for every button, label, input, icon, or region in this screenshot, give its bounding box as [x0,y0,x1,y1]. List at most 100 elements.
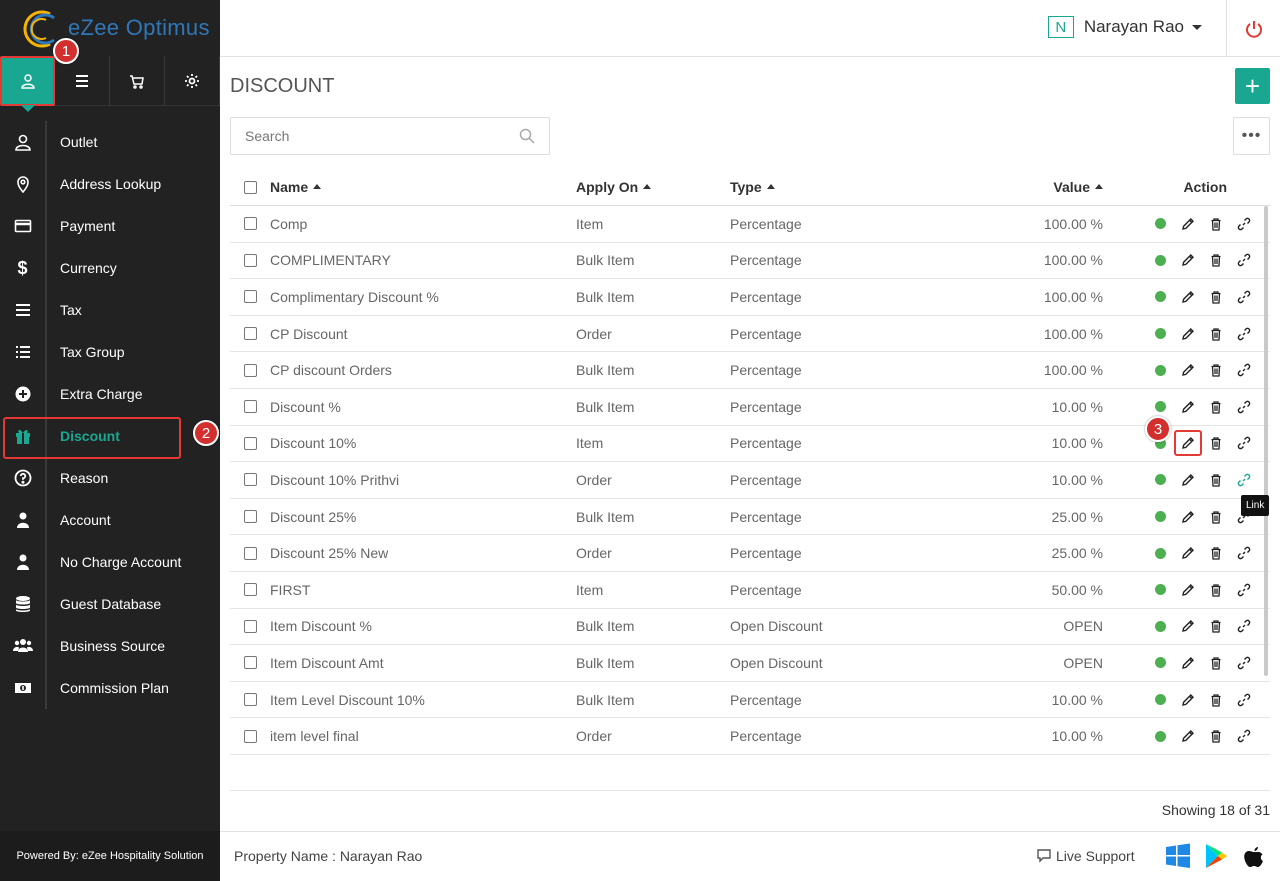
windows-icon[interactable] [1165,843,1191,869]
row-checkbox[interactable] [243,400,257,414]
table-row[interactable]: Item Discount % Bulk Item Open Discount … [230,609,1270,646]
status-toggle[interactable] [1146,511,1174,523]
link-button[interactable] [1230,729,1258,743]
sidebar-item-reason[interactable]: Reason [0,457,220,499]
header-name[interactable]: Name [270,179,576,195]
row-checkbox[interactable] [243,290,257,304]
row-checkbox[interactable] [243,583,257,597]
edit-button[interactable] [1174,253,1202,267]
delete-button[interactable] [1202,400,1230,414]
edit-button[interactable] [1174,546,1202,560]
search-input[interactable] [231,128,501,144]
delete-button[interactable] [1202,510,1230,524]
search-icon[interactable] [519,128,535,149]
sidebar-item-discount[interactable]: Discount [0,415,220,459]
status-toggle[interactable] [1146,620,1174,632]
status-toggle[interactable] [1146,547,1174,559]
status-toggle[interactable] [1146,694,1174,706]
link-button[interactable] [1230,473,1258,487]
user-menu[interactable]: N Narayan Rao [1047,16,1202,38]
table-row[interactable]: Discount % Bulk Item Percentage 10.00 % [230,389,1270,426]
google-play-icon[interactable] [1203,843,1229,869]
link-button[interactable] [1230,583,1258,597]
link-button[interactable] [1230,656,1258,670]
status-toggle[interactable] [1146,584,1174,596]
table-row[interactable]: Item Level Discount 10% Bulk Item Percen… [230,682,1270,719]
header-apply-on[interactable]: Apply On [576,179,730,195]
delete-button[interactable] [1202,363,1230,377]
row-checkbox[interactable] [243,363,257,377]
live-support-link[interactable]: Live Support [1036,848,1135,864]
table-row[interactable]: Complimentary Discount % Bulk Item Perce… [230,279,1270,316]
delete-button[interactable] [1202,729,1230,743]
delete-button[interactable] [1202,253,1230,268]
sidebar-item-extra-charge[interactable]: Extra Charge [0,373,220,415]
delete-button[interactable] [1202,290,1230,304]
more-options-button[interactable]: ••• [1233,117,1270,155]
delete-button[interactable] [1202,656,1230,670]
delete-button[interactable] [1202,546,1230,560]
row-checkbox[interactable] [243,656,257,670]
row-checkbox[interactable] [243,729,257,743]
edit-button[interactable] [1174,619,1202,633]
status-toggle[interactable] [1146,328,1174,340]
status-toggle[interactable] [1146,474,1174,486]
apple-icon[interactable] [1241,843,1267,869]
header-type[interactable]: Type [730,179,960,195]
user-tab[interactable] [0,56,55,106]
link-button[interactable] [1230,546,1258,560]
edit-button[interactable] [1174,430,1202,457]
edit-button[interactable] [1174,729,1202,743]
link-button[interactable] [1230,253,1258,267]
sidebar-item-address-lookup[interactable]: Address Lookup [0,163,220,205]
link-button[interactable] [1230,400,1258,414]
sidebar-item-guest-database[interactable]: Guest Database [0,583,220,625]
settings-tab[interactable] [165,56,220,106]
row-checkbox[interactable] [243,473,257,487]
edit-button[interactable] [1174,473,1202,487]
link-button[interactable] [1230,436,1258,450]
link-button[interactable] [1230,693,1258,707]
row-checkbox[interactable] [243,510,257,524]
table-row[interactable]: Comp Item Percentage 100.00 % [230,206,1270,243]
row-checkbox[interactable] [243,327,257,341]
logout-button[interactable] [1226,0,1280,57]
delete-button[interactable] [1202,693,1230,707]
sidebar-item-tax-group[interactable]: Tax Group [0,331,220,373]
table-row[interactable]: COMPLIMENTARY Bulk Item Percentage 100.0… [230,243,1270,280]
link-button[interactable] [1230,363,1258,377]
delete-button[interactable] [1202,473,1230,487]
link-button[interactable] [1230,327,1258,341]
status-toggle[interactable] [1146,218,1174,230]
header-value[interactable]: Value [960,179,1103,195]
table-row[interactable]: CP discount Orders Bulk Item Percentage … [230,352,1270,389]
edit-button[interactable] [1174,510,1202,524]
edit-button[interactable] [1174,327,1202,341]
row-checkbox[interactable] [243,436,257,450]
delete-button[interactable] [1202,436,1230,451]
sidebar-item-business-source[interactable]: Business Source [0,625,220,667]
sidebar-item-account[interactable]: Account [0,499,220,541]
sidebar-item-outlet[interactable]: Outlet [0,121,220,163]
add-discount-button[interactable]: + [1235,68,1270,104]
delete-button[interactable] [1202,327,1230,341]
table-row[interactable]: Discount 10% Item Percentage 10.00 % [230,426,1270,463]
edit-button[interactable] [1174,400,1202,414]
link-button[interactable] [1230,619,1258,633]
row-checkbox[interactable] [243,217,257,231]
delete-button[interactable] [1202,619,1230,633]
sidebar-item-currency[interactable]: $ Currency [0,247,220,289]
scrollbar[interactable] [1264,206,1268,676]
table-row[interactable]: Discount 25% Bulk Item Percentage 25.00 … [230,499,1270,536]
row-checkbox[interactable] [243,693,257,707]
sidebar-item-payment[interactable]: Payment [0,205,220,247]
edit-button[interactable] [1174,217,1202,231]
table-row[interactable]: CP Discount Order Percentage 100.00 % [230,316,1270,353]
delete-button[interactable] [1202,217,1230,231]
select-all-checkbox[interactable] [243,180,257,194]
edit-button[interactable] [1174,583,1202,597]
delete-button[interactable] [1202,583,1230,597]
table-row[interactable]: Discount 25% New Order Percentage 25.00 … [230,535,1270,572]
edit-button[interactable] [1174,693,1202,707]
table-row[interactable]: FIRST Item Percentage 50.00 % [230,572,1270,609]
